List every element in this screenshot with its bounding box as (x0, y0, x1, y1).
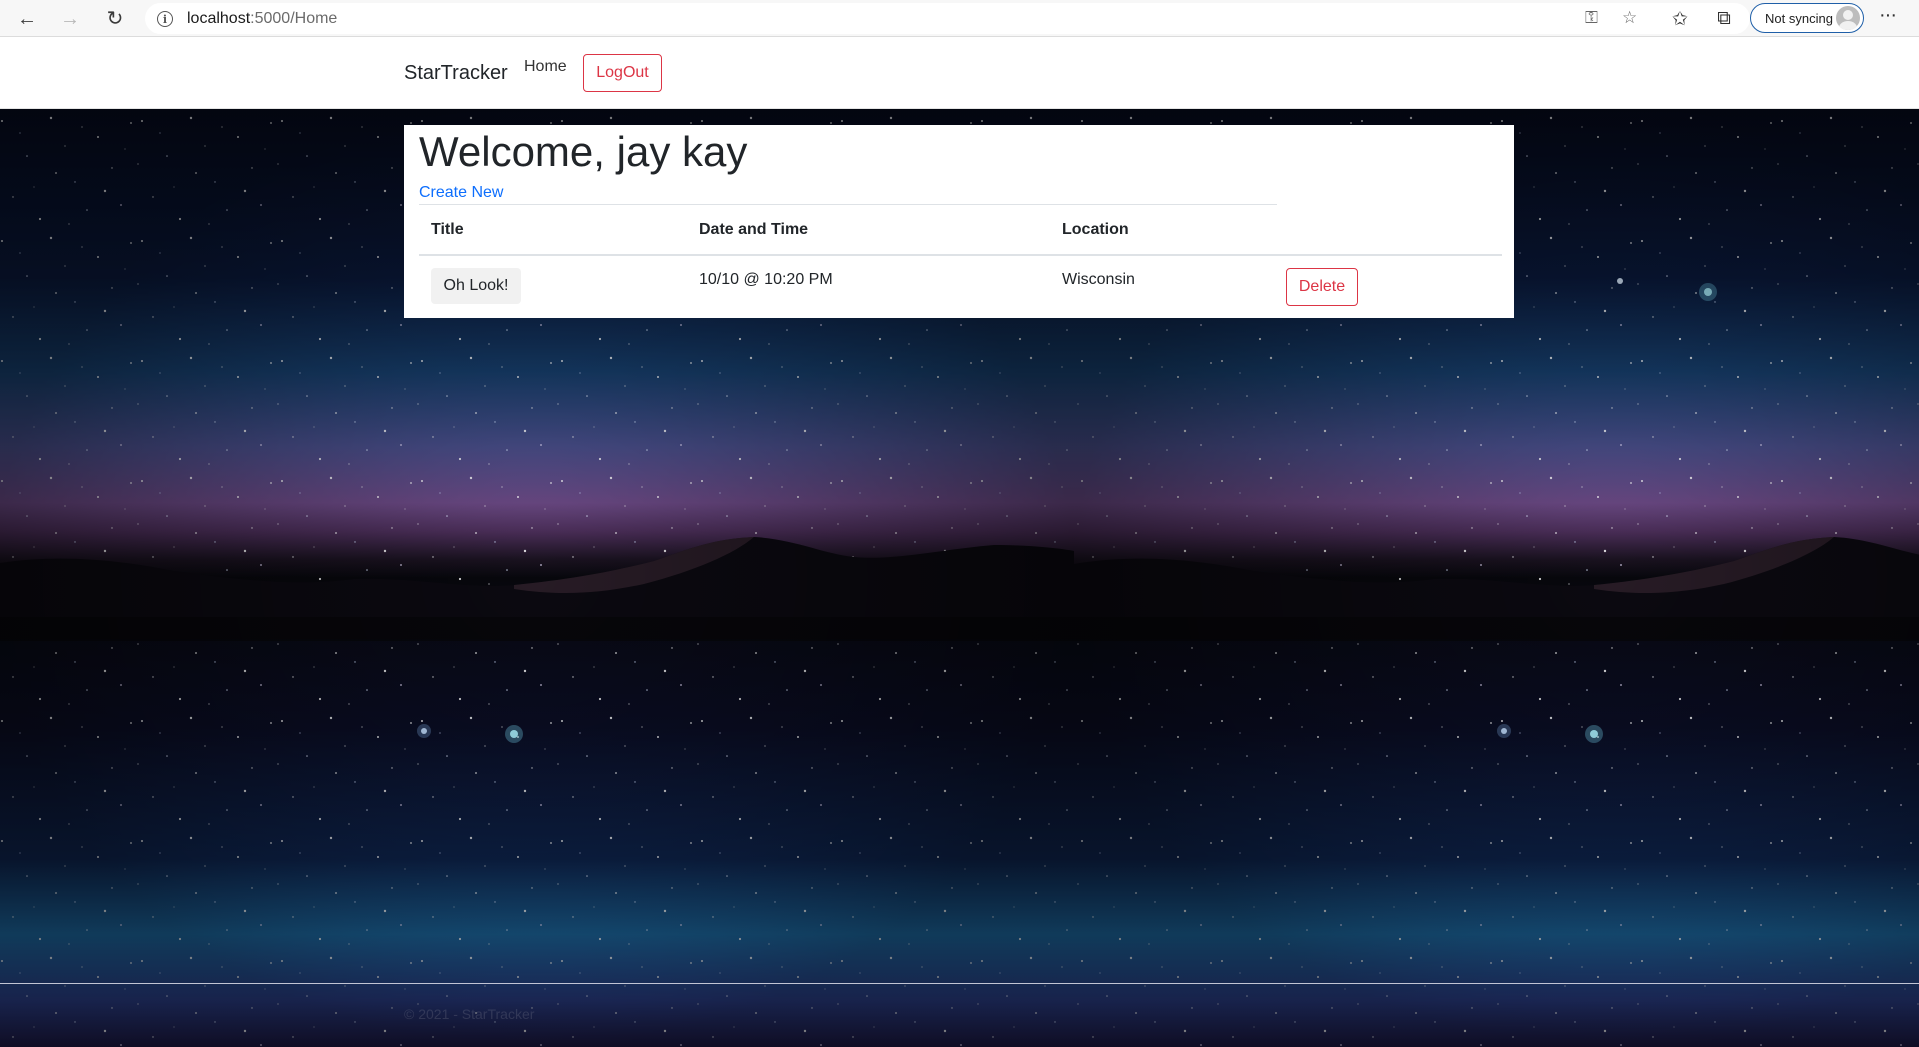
delete-button[interactable]: Delete (1286, 268, 1358, 306)
brand-link[interactable]: StarTracker (404, 62, 508, 85)
create-new-link[interactable]: Create New (419, 184, 503, 202)
url-text[interactable]: localhost:5000/Home (187, 10, 337, 28)
entry-location: Wisconsin (1062, 271, 1135, 288)
refresh-icon[interactable]: ↻ (100, 4, 130, 34)
back-arrow-icon[interactable]: ← (12, 4, 42, 34)
favorites-icon[interactable]: ✩ (1666, 5, 1694, 33)
address-bar[interactable]: i localhost:5000/Home ⚿ ☆ (145, 3, 1750, 34)
more-options-icon[interactable]: ··· (1879, 4, 1897, 27)
profile-button[interactable]: Not syncing (1750, 3, 1864, 33)
entry-datetime: 10/10 @ 10:20 PM (699, 271, 833, 288)
site-navbar: StarTracker Home LogOut (0, 38, 1919, 109)
forward-arrow-icon[interactable]: → (55, 4, 85, 34)
logout-button[interactable]: LogOut (583, 54, 662, 92)
column-header-title: Title (431, 221, 464, 238)
entry-title-button[interactable]: Oh Look! (431, 268, 521, 304)
column-header-location: Location (1062, 221, 1129, 238)
table-header-divider (419, 254, 1502, 256)
collections-icon[interactable]: ⧉ (1710, 5, 1738, 33)
url-host: localhost (187, 10, 251, 27)
welcome-prefix: Welcome, (419, 128, 617, 175)
browser-toolbar: ← → ↻ i localhost:5000/Home ⚿ ☆ ✩ ⧉ Not … (0, 0, 1919, 37)
key-icon[interactable]: ⚿ (1585, 8, 1598, 28)
favorite-add-icon[interactable]: ☆ (1622, 8, 1637, 28)
avatar (1836, 6, 1860, 30)
column-header-date-time: Date and Time (699, 221, 809, 238)
footer-divider (0, 983, 1919, 984)
page-title: Welcome, jay kay (419, 128, 747, 176)
user-name: jay kay (616, 128, 748, 175)
nav-home-link[interactable]: Home (524, 58, 567, 76)
divider (419, 204, 1277, 205)
info-icon[interactable]: i (157, 11, 173, 27)
sync-status-label: Not syncing (1765, 10, 1833, 26)
content-card: Welcome, jay kay Create New Title Date a… (404, 125, 1514, 318)
url-path: :5000/Home (250, 10, 338, 27)
footer-copyright: © 2021 - StarTracker (404, 1006, 535, 1022)
